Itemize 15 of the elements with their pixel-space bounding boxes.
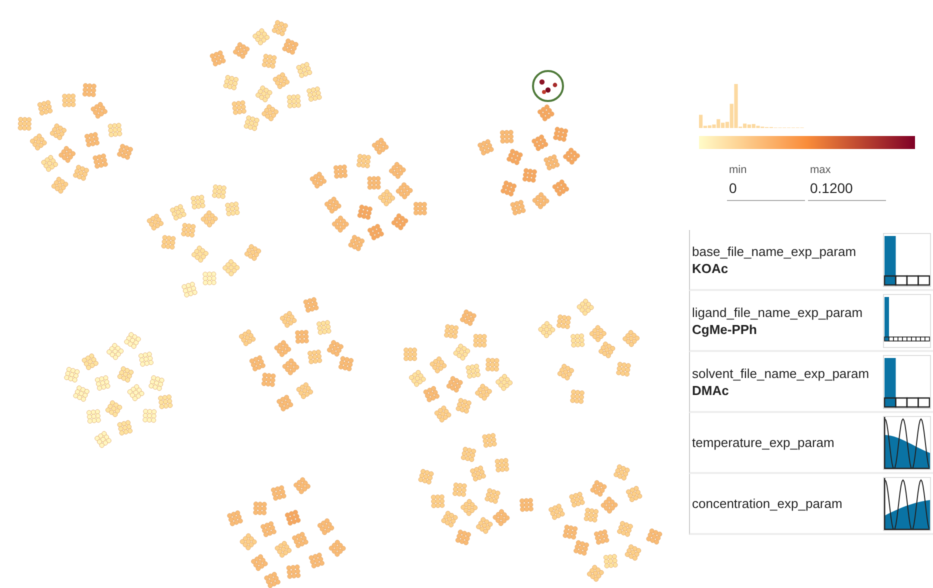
param-name: base_file_name_exp_param [692,244,856,258]
param-name: solvent_file_name_exp_param [692,366,870,380]
category-bars-drawing[interactable] [884,296,930,341]
min-label: min [728,164,748,176]
param-value: KOAc [692,260,730,276]
param-value: CgMe-PPh [692,322,758,336]
param-value: DMAc [692,382,730,398]
max-label: max [809,164,832,176]
category-bars-drawing[interactable] [884,236,930,286]
distribution-curve-drawing[interactable] [884,478,930,530]
param-name: ligand_file_name_exp_param [692,304,863,320]
param-name: temperature_exp_param [692,435,834,450]
distribution-curve-drawing[interactable] [884,416,930,470]
category-bars-drawing[interactable] [884,358,930,408]
param-name: concentration_exp_param [692,496,842,511]
